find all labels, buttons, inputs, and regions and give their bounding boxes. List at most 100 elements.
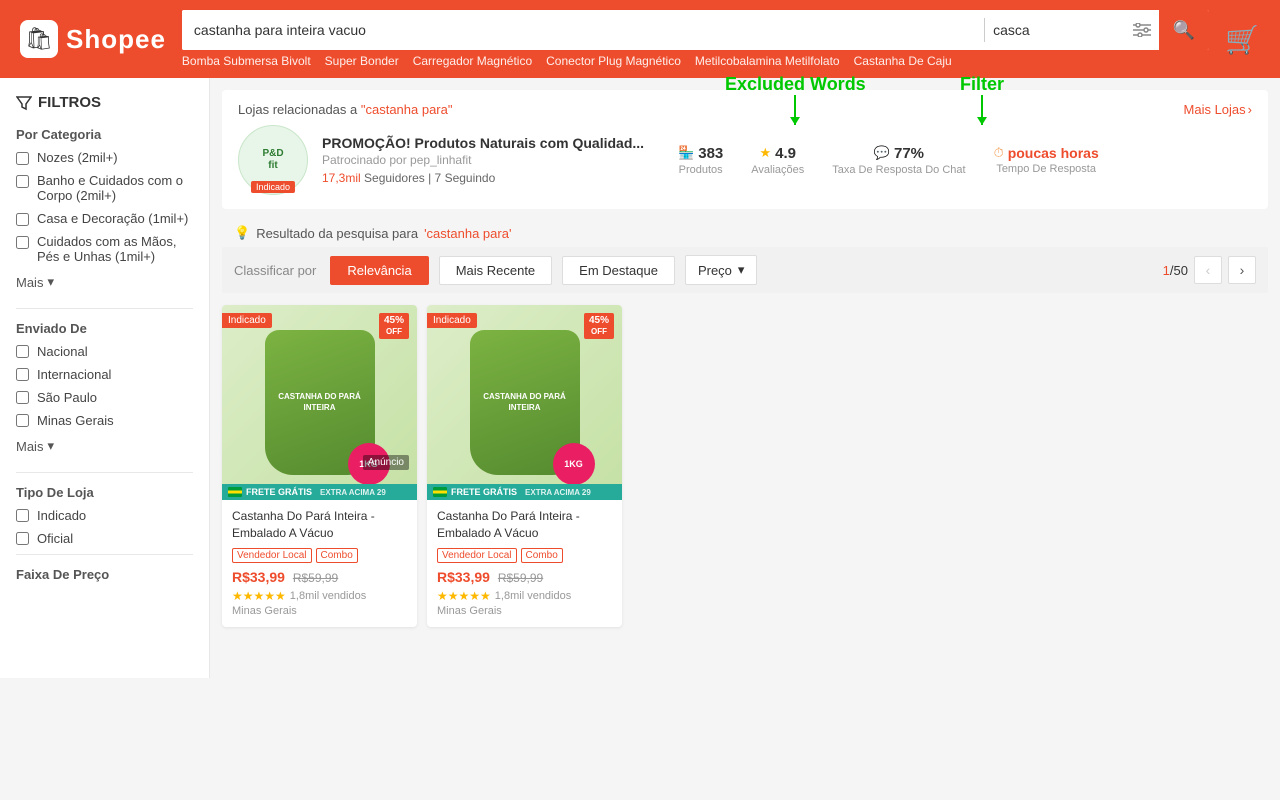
sort-label: Classificar por xyxy=(234,263,316,278)
stars-0: ★★★★★ xyxy=(232,589,286,603)
filter-indicado[interactable]: Indicado xyxy=(16,508,193,523)
mais-lojas-button[interactable]: Mais Lojas › xyxy=(1184,102,1252,117)
product-image-0: CASTANHA DO PARÁINTEIRA 1KG Indicado 45%… xyxy=(222,305,417,500)
filter-minas-gerais[interactable]: Minas Gerais xyxy=(16,413,193,428)
filter-nacional[interactable]: Nacional xyxy=(16,344,193,359)
product-card-1[interactable]: CASTANHA DO PARÁINTEIRA 1KG Indicado 45%… xyxy=(427,305,622,627)
stat-chat-label: Taxa De Resposta Do Chat xyxy=(832,164,965,176)
filter-item-casa[interactable]: Casa e Decoração (1mil+) xyxy=(16,211,193,226)
chevron-down-icon: ▾ xyxy=(47,274,54,290)
section-divider-3 xyxy=(16,554,193,555)
enviado-de-section: Enviado De Nacional Internacional São Pa… xyxy=(16,321,193,456)
store-name: PROMOÇÃO! Produtos Naturais com Qualidad… xyxy=(322,135,644,151)
stat-chat: 💬 77% Taxa De Resposta Do Chat xyxy=(832,145,965,176)
search-button[interactable]: 🔍 xyxy=(1159,10,1209,50)
more-label: Mais xyxy=(16,275,43,290)
dropdown-arrow-icon: ▾ xyxy=(738,262,745,278)
product-info-1: Castanha Do Pará Inteira - Embalado A Vá… xyxy=(427,500,622,627)
search-input-secondary[interactable] xyxy=(985,10,1125,50)
search-input-main[interactable] xyxy=(182,10,984,50)
product-tags-1: Vendedor Local Combo xyxy=(437,548,612,563)
checkbox-nozes[interactable] xyxy=(16,152,29,165)
filter-item-cuidados[interactable]: Cuidados com as Mãos, Pés e Unhas (1mil+… xyxy=(16,234,193,264)
filter-internacional[interactable]: Internacional xyxy=(16,367,193,382)
filter-sao-paulo[interactable]: São Paulo xyxy=(16,390,193,405)
section-divider-1 xyxy=(16,308,193,309)
price-row-1: R$33,99 R$59,99 xyxy=(437,569,612,585)
price-current-1: R$33,99 xyxy=(437,569,490,585)
more-shipping-button[interactable]: Mais ▾ xyxy=(16,436,54,456)
frete-gratis-1: FRETE GRÁTIS EXTRA ACIMA 29 xyxy=(427,484,622,500)
price-original-0: R$59,99 xyxy=(293,571,338,585)
checkbox-cuidados[interactable] xyxy=(16,236,29,249)
product-name-0: Castanha Do Pará Inteira - Embalado A Vá… xyxy=(232,508,407,542)
checkbox-banho[interactable] xyxy=(16,175,29,188)
store-sponsored: Patrocinado por pep_linhafit xyxy=(322,153,644,167)
checkbox-sao-paulo[interactable] xyxy=(16,391,29,404)
suggestion-link-2[interactable]: Carregador Magnético xyxy=(413,54,532,68)
sold-count-0: 1,8mil vendidos xyxy=(290,590,366,602)
checkbox-indicado[interactable] xyxy=(16,509,29,522)
more-categories-button[interactable]: Mais ▾ xyxy=(16,272,54,292)
suggestion-link-4[interactable]: Metilcobalamina Metilfolato xyxy=(695,54,840,68)
chat-icon: 💬 xyxy=(874,145,890,161)
store-logo-text: P&Dfit xyxy=(262,148,283,172)
indicado-badge-1: Indicado xyxy=(427,313,477,328)
tipo-loja-section: Tipo De Loja Indicado Oficial xyxy=(16,485,193,546)
suggestion-link-3[interactable]: Conector Plug Magnético xyxy=(546,54,681,68)
product-image-1: CASTANHA DO PARÁINTEIRA 1KG Indicado 45%… xyxy=(427,305,622,500)
stat-avaliacoes: ★ 4.9 Avaliações xyxy=(751,145,804,176)
content: Lojas relacionadas a "castanha para" Mai… xyxy=(210,78,1280,678)
checkbox-internacional[interactable] xyxy=(16,368,29,381)
anuncio-label-0: Anúncio xyxy=(363,455,409,470)
checkbox-nacional[interactable] xyxy=(16,345,29,358)
filter-item-nozes[interactable]: Nozes (2mil+) xyxy=(16,150,193,165)
next-page-button[interactable]: › xyxy=(1228,256,1256,284)
suggestion-link-5[interactable]: Castanha De Caju xyxy=(854,54,952,68)
price-dropdown[interactable]: Preço ▾ xyxy=(685,255,758,285)
search-bar: 🔍 Bomba Submersa Bivolt Super Bonder Car… xyxy=(182,10,1209,68)
stat-avaliacoes-label: Avaliações xyxy=(751,164,804,176)
categories-section: Por Categoria Nozes (2mil+) Banho e Cuid… xyxy=(16,127,193,292)
chevron-down-icon-2: ▾ xyxy=(47,438,54,454)
star-icon: ★ xyxy=(760,145,772,161)
product-grid: CASTANHA DO PARÁINTEIRA 1KG Indicado 45%… xyxy=(210,305,1280,627)
stat-avaliacoes-value: 4.9 xyxy=(775,145,796,162)
filter-item-banho[interactable]: Banho e Cuidados com o Corpo (2mil+) xyxy=(16,173,193,203)
prev-page-button[interactable]: ‹ xyxy=(1194,256,1222,284)
checkbox-casa[interactable] xyxy=(16,213,29,226)
stat-produtos-value: 383 xyxy=(698,145,723,162)
product-tags-0: Vendedor Local Combo xyxy=(232,548,407,563)
tipo-loja-title: Tipo De Loja xyxy=(16,485,193,500)
discount-badge-1: 45%OFF xyxy=(584,313,614,339)
sort-destaque-button[interactable]: Em Destaque xyxy=(562,256,675,285)
indicado-badge-store: Indicado xyxy=(251,181,295,193)
stat-produtos-label: Produtos xyxy=(679,164,723,176)
checkbox-oficial[interactable] xyxy=(16,532,29,545)
cart-button[interactable]: 🛒 xyxy=(1225,23,1260,56)
sort-relevancia-button[interactable]: Relevância xyxy=(330,256,428,285)
tag-combo-0: Combo xyxy=(316,548,358,563)
filters-title-text: FILTROS xyxy=(38,94,101,111)
price-row-0: R$33,99 R$59,99 xyxy=(232,569,407,585)
suggestion-link-0[interactable]: Bomba Submersa Bivolt xyxy=(182,54,311,68)
frete-gratis-0: FRETE GRÁTIS EXTRA ACIMA 29 xyxy=(222,484,417,500)
price-original-1: R$59,99 xyxy=(498,571,543,585)
filter-oficial[interactable]: Oficial xyxy=(16,531,193,546)
tag-vendedor-0: Vendedor Local xyxy=(232,548,312,563)
store-followers: 17,3mil Seguidores | 7 Seguindo xyxy=(322,171,644,185)
clock-icon: ⏱ xyxy=(994,145,1004,161)
enviado-de-title: Enviado De xyxy=(16,321,193,336)
indicado-badge-0: Indicado xyxy=(222,313,272,328)
checkbox-minas-gerais[interactable] xyxy=(16,414,29,427)
pagination: 1/50 ‹ › xyxy=(1163,256,1256,284)
sort-recente-button[interactable]: Mais Recente xyxy=(439,256,552,285)
faixa-preco-title: Faixa De Preço xyxy=(16,567,193,582)
store-logo-wrap: P&Dfit Indicado xyxy=(238,125,308,195)
suggestion-link-1[interactable]: Super Bonder xyxy=(325,54,399,68)
stars-row-1: ★★★★★ 1,8mil vendidos xyxy=(437,589,612,603)
product-info-0: Castanha Do Pará Inteira - Embalado A Vá… xyxy=(222,500,417,627)
product-card-0[interactable]: CASTANHA DO PARÁINTEIRA 1KG Indicado 45%… xyxy=(222,305,417,627)
discount-badge-0: 45%OFF xyxy=(379,313,409,339)
filter-icon-button[interactable] xyxy=(1125,10,1159,50)
